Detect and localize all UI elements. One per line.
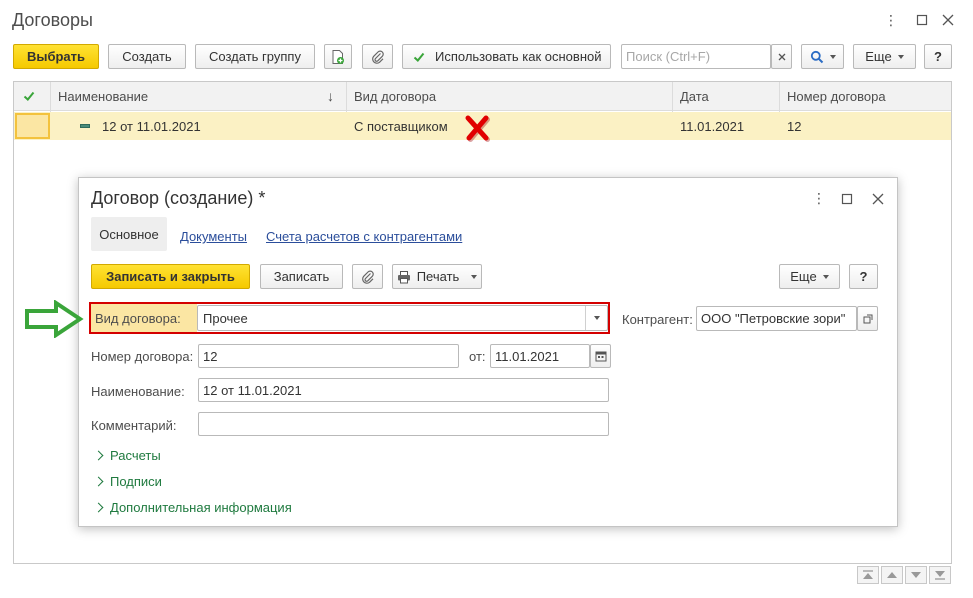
row-number-cell[interactable]: 12 — [779, 112, 951, 140]
paperclip-icon — [371, 50, 384, 64]
contract-type-value: Прочее — [203, 310, 248, 326]
column-header-date[interactable]: Дата — [672, 82, 779, 111]
group-signatures[interactable]: Подписи — [93, 474, 162, 489]
column-header-name[interactable]: Наименование ↓ — [50, 82, 346, 111]
calendar-icon — [595, 351, 606, 362]
more-vertical-icon[interactable]: ⋮ — [812, 190, 826, 207]
check-icon — [23, 91, 35, 101]
chevron-down-icon — [897, 54, 904, 59]
scroll-first-button[interactable] — [857, 566, 879, 584]
chevron-right-icon — [93, 450, 104, 461]
document-add-icon — [332, 49, 344, 64]
contract-type-select[interactable]: Прочее — [197, 305, 608, 331]
tab-documents[interactable]: Документы — [180, 229, 247, 244]
close-icon[interactable] — [870, 191, 886, 207]
more-button[interactable]: Еще — [853, 44, 916, 69]
row-mark-cell[interactable] — [15, 113, 50, 139]
print-button[interactable]: Печать — [392, 264, 482, 289]
counterparty-open-button[interactable] — [857, 306, 878, 331]
more-label: Еще — [865, 49, 892, 64]
copy-document-button[interactable] — [324, 44, 352, 69]
clear-icon — [778, 53, 785, 60]
check-icon — [413, 52, 425, 62]
chevron-down-icon — [471, 274, 478, 279]
comment-field[interactable] — [198, 412, 609, 436]
maximize-icon[interactable] — [914, 12, 930, 28]
comment-label: Комментарий: — [91, 418, 177, 433]
green-arrow-icon — [25, 300, 84, 338]
row-type-cell[interactable]: С поставщиком — [346, 112, 672, 140]
sort-arrow-icon: ↓ — [327, 88, 334, 104]
paperclip-icon — [361, 270, 374, 284]
open-window-icon — [863, 314, 872, 323]
number-label: Номер договора: — [91, 349, 194, 364]
select-button[interactable]: Выбрать — [13, 44, 99, 69]
name-field[interactable]: 12 от 11.01.2021 — [198, 378, 609, 402]
create-group-button[interactable]: Создать группу — [195, 44, 315, 69]
column-header-type[interactable]: Вид договора — [346, 82, 672, 111]
scroll-down-button[interactable] — [905, 566, 927, 584]
contract-type-label: Вид договора: — [91, 304, 197, 332]
use-as-main-label: Использовать как основной — [435, 49, 602, 64]
from-label: от: — [469, 349, 486, 364]
row-name-cell[interactable]: 12 от 11.01.2021 — [72, 112, 342, 140]
create-button[interactable]: Создать — [108, 44, 186, 69]
chevron-down-icon — [593, 316, 600, 320]
more-vertical-icon[interactable]: ⋮ — [883, 12, 899, 28]
contract-dialog: Договор (создание) * ⋮ Основное Документ… — [78, 177, 898, 527]
use-as-main-button[interactable]: Использовать как основной — [402, 44, 611, 69]
scroll-up-button[interactable] — [881, 566, 903, 584]
counterparty-label: Контрагент: — [622, 312, 693, 327]
clear-search-button[interactable] — [771, 44, 792, 69]
group-settlements[interactable]: Расчеты — [93, 448, 161, 463]
dialog-title: Договор (создание) * — [91, 188, 266, 208]
group-additional-info[interactable]: Дополнительная информация — [93, 500, 292, 515]
contract-type-dropdown-button[interactable] — [585, 306, 607, 330]
chevron-right-icon — [93, 476, 104, 487]
close-icon[interactable] — [940, 12, 956, 28]
tab-settlement-accounts[interactable]: Счета расчетов с контрагентами — [266, 229, 462, 244]
group-signatures-label: Подписи — [110, 474, 162, 489]
attach-button[interactable] — [352, 264, 383, 289]
tab-main[interactable]: Основное — [91, 217, 167, 251]
window-title: Договоры — [12, 10, 93, 30]
search-icon — [810, 50, 823, 63]
group-settlements-label: Расчеты — [110, 448, 161, 463]
name-label: Наименование: — [91, 384, 185, 399]
scroll-last-button[interactable] — [929, 566, 951, 584]
item-marker-icon — [80, 124, 90, 128]
date-field[interactable]: 11.01.2021 — [490, 344, 590, 368]
mark-column-header[interactable] — [14, 82, 50, 111]
group-additional-info-label: Дополнительная информация — [110, 500, 292, 515]
chevron-right-icon — [93, 502, 104, 513]
row-date-cell[interactable]: 11.01.2021 — [672, 112, 779, 140]
number-field[interactable]: 12 — [198, 344, 459, 368]
calendar-button[interactable] — [590, 344, 611, 368]
red-cross-mark-icon — [465, 115, 490, 142]
counterparty-field[interactable]: ООО "Петровские зори" — [696, 306, 857, 331]
print-label: Печать — [416, 269, 460, 284]
dialog-more-label: Еще — [790, 269, 817, 284]
save-and-close-button[interactable]: Записать и закрыть — [91, 264, 250, 289]
dialog-more-button[interactable]: Еще — [779, 264, 840, 289]
save-button[interactable]: Записать — [260, 264, 343, 289]
search-input[interactable]: Поиск (Ctrl+F) — [621, 44, 771, 69]
column-header-number[interactable]: Номер договора — [779, 82, 951, 111]
search-button[interactable] — [801, 44, 844, 69]
dialog-help-button[interactable]: ? — [849, 264, 878, 289]
column-header-name-label: Наименование — [58, 88, 149, 104]
search-placeholder: Поиск (Ctrl+F) — [626, 49, 711, 64]
attach-button[interactable] — [362, 44, 393, 69]
row-name-text: 12 от 11.01.2021 — [102, 118, 201, 134]
maximize-icon[interactable] — [839, 191, 855, 207]
chevron-down-icon — [829, 54, 836, 59]
printer-icon — [397, 270, 410, 283]
help-button[interactable]: ? — [924, 44, 952, 69]
chevron-down-icon — [822, 274, 829, 279]
